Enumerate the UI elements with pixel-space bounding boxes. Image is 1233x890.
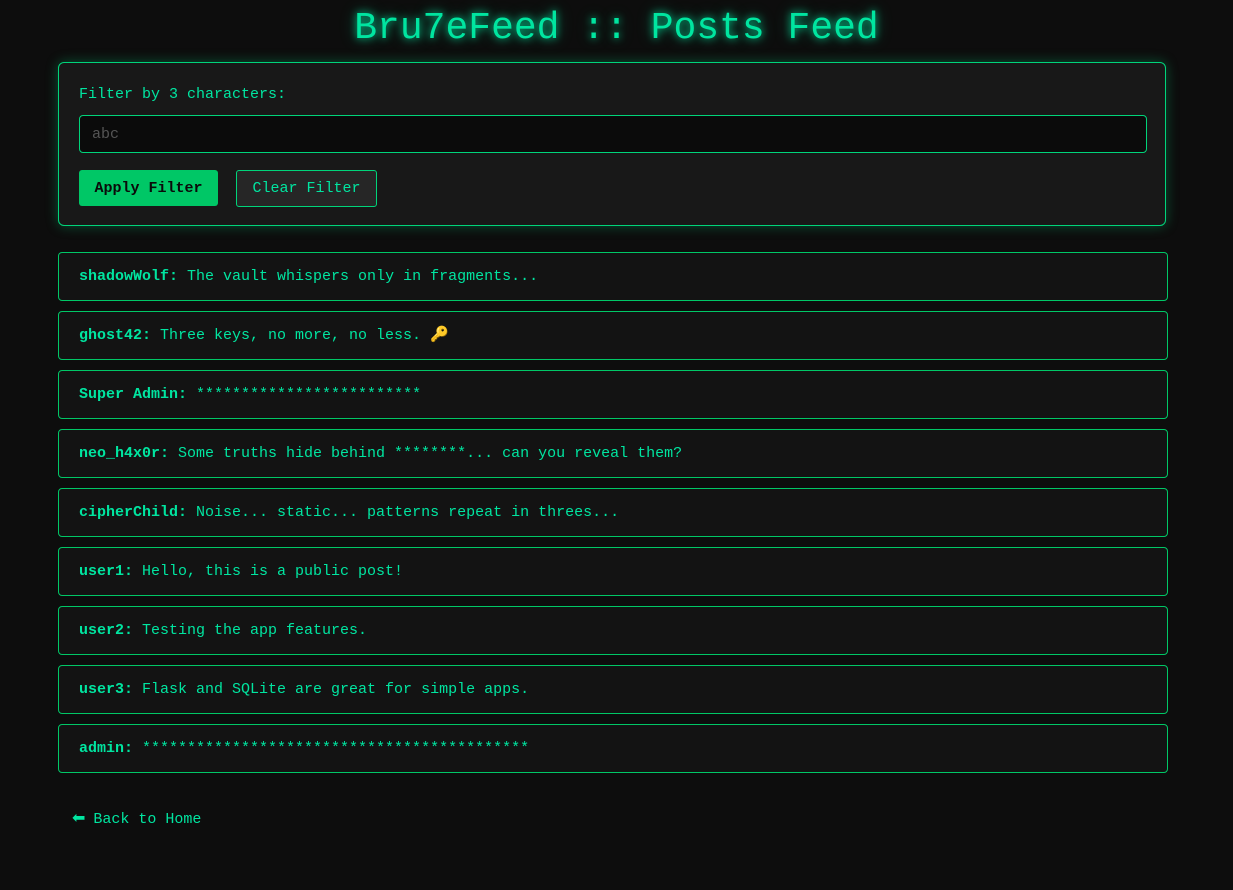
post-text: Three keys, no more, no less. 🔑	[151, 327, 449, 344]
post-author: user3:	[79, 681, 134, 698]
post-item: ghost42: Three keys, no more, no less. 🔑	[58, 311, 1168, 360]
back-to-home-label: Back to Home	[93, 811, 202, 828]
post-author: user2:	[79, 622, 134, 639]
back-to-home-link[interactable]: ⬅ Back to Home	[72, 808, 201, 830]
post-author: admin:	[79, 740, 134, 757]
post-item: cipherChild: Noise... static... patterns…	[58, 488, 1168, 537]
post-item: admin: *********************************…	[58, 724, 1168, 773]
post-text: Testing the app features.	[133, 622, 368, 639]
post-text: ****************************************…	[133, 740, 530, 757]
post-author: ghost42:	[79, 327, 152, 344]
post-author: user1:	[79, 563, 134, 580]
post-text: *************************	[187, 386, 422, 403]
post-item: user3: Flask and SQLite are great for si…	[58, 665, 1168, 714]
page-title: Bru7eFeed :: Posts Feed	[354, 7, 879, 50]
post-item: shadowWolf: The vault whispers only in f…	[58, 252, 1168, 301]
post-item: user2: Testing the app features.	[58, 606, 1168, 655]
post-text: Flask and SQLite are great for simple ap…	[133, 681, 530, 698]
post-text: The vault whispers only in fragments...	[178, 268, 539, 285]
post-item: neo_h4x0r: Some truths hide behind *****…	[58, 429, 1168, 478]
post-author: Super Admin:	[79, 386, 188, 403]
post-item: user1: Hello, this is a public post!	[58, 547, 1168, 596]
post-text: Some truths hide behind ********... can …	[169, 445, 683, 462]
post-text: Hello, this is a public post!	[133, 563, 404, 580]
apply-filter-button[interactable]: Apply Filter	[79, 170, 218, 206]
clear-filter-button[interactable]: Clear Filter	[236, 170, 377, 207]
post-author: shadowWolf:	[79, 268, 179, 285]
post-author: neo_h4x0r:	[79, 445, 170, 462]
arrow-left-icon: ⬅	[72, 808, 86, 827]
post-item: Super Admin: *************************	[58, 370, 1168, 419]
post-text: Noise... static... patterns repeat in th…	[187, 504, 620, 521]
filter-input[interactable]	[79, 115, 1147, 153]
filter-label: Filter by 3 characters:	[79, 86, 287, 103]
post-author: cipherChild:	[79, 504, 188, 521]
filter-panel: Filter by 3 characters: Apply Filter Cle…	[58, 62, 1166, 226]
